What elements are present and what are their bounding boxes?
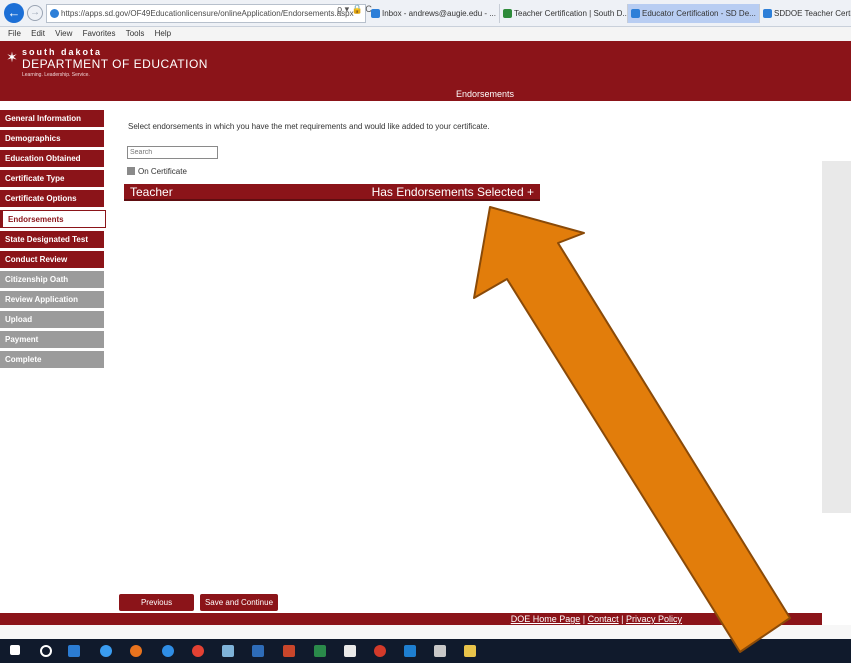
browser-tab[interactable]: SDDOE Teacher Certificati: [760, 4, 851, 23]
tab-label: Inbox - andrews@augie.edu - ...: [382, 9, 496, 18]
menu-edit[interactable]: Edit: [31, 27, 45, 41]
site-header: ✶ south dakota DEPARTMENT OF EDUCATION L…: [0, 41, 851, 101]
on-certificate-label: On Certificate: [138, 167, 187, 176]
tab-favicon-icon: [503, 9, 512, 18]
logo-state: south dakota: [22, 47, 103, 57]
ie-favicon-icon: [50, 9, 59, 18]
footer-separator: |: [618, 614, 626, 624]
save-and-continue-button[interactable]: Save and Continue: [200, 594, 278, 611]
right-edge-strip: [822, 101, 851, 513]
footer-links: DOE Home Page | Contact | Privacy Policy: [511, 613, 682, 625]
sidebar-item-review-application: Review Application: [0, 291, 104, 308]
sidebar-item-conduct-review[interactable]: Conduct Review: [0, 251, 104, 268]
powerpoint-icon[interactable]: [283, 645, 295, 657]
sd-logo-icon: ✶: [6, 49, 18, 65]
tab-favicon-icon: [371, 9, 380, 18]
on-certificate-swatch-icon: [127, 167, 135, 175]
app-icon[interactable]: [374, 645, 386, 657]
browser-tab[interactable]: Teacher Certification | South D...: [500, 4, 628, 23]
browser-tab-active[interactable]: Educator Certification - SD De...: [628, 4, 760, 23]
firefox-icon[interactable]: [130, 645, 142, 657]
tab-favicon-icon: [631, 9, 640, 18]
footer-contact-link[interactable]: Contact: [588, 614, 619, 624]
site-footer: DOE Home Page | Contact | Privacy Policy: [0, 613, 822, 625]
tab-label: SDDOE Teacher Certificati: [774, 9, 851, 18]
menu-file[interactable]: File: [8, 27, 21, 41]
footer-privacy-link[interactable]: Privacy Policy: [626, 614, 682, 624]
menu-bar: File Edit View Favorites Tools Help: [0, 27, 851, 41]
address-bar[interactable]: https://apps.sd.gov/OF49Educationlicensu…: [46, 4, 366, 23]
chrome-icon[interactable]: [192, 645, 204, 657]
menu-help[interactable]: Help: [155, 27, 171, 41]
sidebar-item-citizenship-oath: Citizenship Oath: [0, 271, 104, 288]
previous-button[interactable]: Previous: [119, 594, 194, 611]
mail-icon[interactable]: [404, 645, 416, 657]
tab-favicon-icon: [763, 9, 772, 18]
instructions-text: Select endorsements in which you have th…: [128, 122, 490, 131]
footer-home-link[interactable]: DOE Home Page: [511, 614, 581, 624]
search-icon[interactable]: [40, 645, 52, 657]
menu-tools[interactable]: Tools: [126, 27, 145, 41]
sidebar-item-endorsements[interactable]: Endorsements: [0, 210, 106, 228]
sidebar-item-certificate-type[interactable]: Certificate Type: [0, 170, 104, 187]
browser-toolbar: ← → https://apps.sd.gov/OF49Educationlic…: [0, 0, 851, 27]
sidebar-nav: General Information Demographics Educati…: [0, 110, 106, 371]
page-title: Endorsements: [455, 89, 514, 99]
sidebar-item-upload: Upload: [0, 311, 104, 328]
address-actions[interactable]: ρ ▾ 🔒 C: [337, 4, 372, 15]
tab-label: Teacher Certification | South D...: [514, 9, 628, 18]
back-arrow-icon[interactable]: ←: [4, 3, 24, 23]
windows-taskbar: [0, 639, 851, 663]
app-icon[interactable]: [222, 645, 234, 657]
word-icon[interactable]: [252, 645, 264, 657]
menu-favorites[interactable]: Favorites: [83, 27, 116, 41]
footer-separator: |: [580, 614, 588, 624]
sidebar-item-demographics[interactable]: Demographics: [0, 130, 104, 147]
teacher-endorsement-group[interactable]: Teacher Has Endorsements Selected +: [124, 184, 540, 201]
sidebar-item-certificate-options[interactable]: Certificate Options: [0, 190, 104, 207]
windows-start-icon[interactable]: [10, 645, 20, 655]
store-icon[interactable]: [344, 645, 356, 657]
logo-department: DEPARTMENT OF EDUCATION: [22, 57, 208, 71]
address-bar-url: https://apps.sd.gov/OF49Educationlicensu…: [61, 9, 354, 18]
menu-view[interactable]: View: [55, 27, 72, 41]
file-explorer-icon[interactable]: [464, 645, 476, 657]
forward-arrow-icon[interactable]: →: [27, 5, 43, 21]
on-certificate-legend: On Certificate: [127, 167, 187, 176]
internet-explorer-icon[interactable]: [100, 645, 112, 657]
logo-tagline: Learning. Leadership. Service.: [22, 72, 90, 78]
excel-icon[interactable]: [314, 645, 326, 657]
sidebar-item-payment: Payment: [0, 331, 104, 348]
browser-tab[interactable]: Inbox - andrews@augie.edu - ...: [368, 4, 500, 23]
sidebar-item-education-obtained[interactable]: Education Obtained: [0, 150, 104, 167]
calculator-icon[interactable]: [434, 645, 446, 657]
sidebar-item-general-information[interactable]: General Information: [0, 110, 104, 127]
teacher-label: Teacher: [130, 185, 173, 199]
search-input[interactable]: [127, 146, 218, 159]
edge-icon[interactable]: [162, 645, 174, 657]
outlook-icon[interactable]: [68, 645, 80, 657]
endorsement-status-expand[interactable]: Has Endorsements Selected +: [372, 184, 534, 201]
sidebar-item-complete: Complete: [0, 351, 104, 368]
page-bottom: [0, 625, 851, 639]
sidebar-item-state-designated-test[interactable]: State Designated Test: [0, 231, 104, 248]
tab-label: Educator Certification - SD De...: [642, 9, 756, 18]
